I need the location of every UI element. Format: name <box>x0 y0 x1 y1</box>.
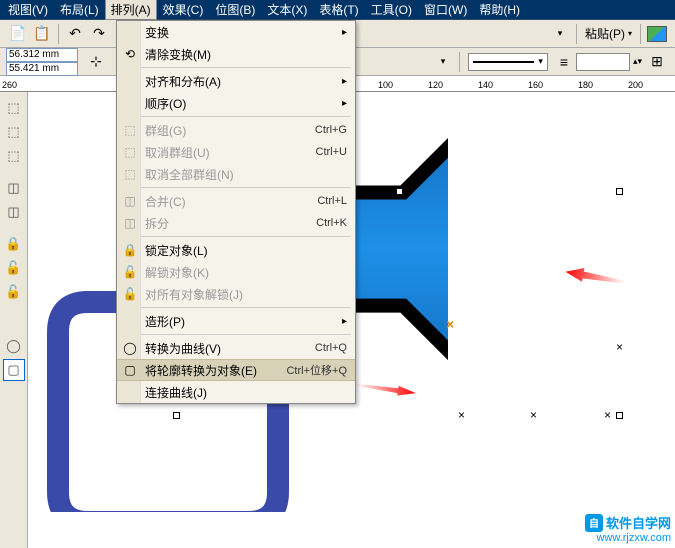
curve-icon: ◯ <box>121 341 139 355</box>
dropdown-arrow-icon[interactable]: ▾ <box>549 23 571 45</box>
menu-join-curves[interactable]: 连接曲线(J) <box>117 381 355 403</box>
arrange-menu-dropdown: 变换▸ ⟲清除变换(M) 对齐和分布(A)▸ 顺序(O)▸ ⬚群组(G)Ctrl… <box>116 20 356 404</box>
dropdown-icon[interactable]: ▾ <box>432 51 454 73</box>
y-coord-input[interactable] <box>6 62 78 76</box>
ungroup-icon[interactable]: ⬚ <box>3 121 25 143</box>
separator <box>58 24 59 44</box>
separator <box>576 24 577 44</box>
submenu-arrow-icon: ▸ <box>342 98 347 109</box>
paste-label: 粘贴(P) <box>585 25 625 42</box>
menu-combine: ◫合并(C)Ctrl+L <box>117 190 355 212</box>
combine-icon[interactable]: ◫ <box>3 177 25 199</box>
combine-icon: ◫ <box>121 194 139 208</box>
clear-icon: ⟲ <box>121 47 139 61</box>
lock-icon[interactable]: 🔒 <box>3 233 25 255</box>
selection-handle[interactable] <box>396 188 403 195</box>
image-tool-button[interactable] <box>646 23 668 45</box>
menu-text[interactable]: 文本(X) <box>261 0 313 20</box>
anchor-cross-icon: × <box>530 408 537 422</box>
undo-button[interactable]: ↶ <box>64 23 86 45</box>
menu-separator <box>121 307 351 308</box>
menu-separator <box>121 334 351 335</box>
ungroup-all-icon[interactable]: ⬚ <box>3 145 25 167</box>
menu-align-distribute[interactable]: 对齐和分布(A)▸ <box>117 70 355 92</box>
menubar: 视图(V) 布局(L) 排列(A) 效果(C) 位图(B) 文本(X) 表格(T… <box>0 0 675 20</box>
anchor-cross-icon: × <box>458 408 465 422</box>
group-icon: ⬚ <box>121 123 139 137</box>
tool-sidebar: ⬚ ⬚ ⬚ ◫ ◫ 🔒 🔓 🔓 ◯ ▢ <box>0 92 28 548</box>
selection-handle[interactable] <box>616 412 623 419</box>
line-style-preview[interactable]: ▾ <box>468 53 548 71</box>
anchor-cross-icon: × <box>604 408 611 422</box>
menu-break-apart: ◫拆分Ctrl+K <box>117 212 355 234</box>
paste-dropdown[interactable]: 粘贴(P) ▾ <box>581 23 636 45</box>
watermark-brand: 软件自学网 <box>606 513 671 532</box>
menu-bitmap[interactable]: 位图(B) <box>209 0 261 20</box>
break-icon[interactable]: ◫ <box>3 201 25 223</box>
ungroup-all-icon: ⬚ <box>121 167 139 181</box>
menu-transform[interactable]: 变换▸ <box>117 21 355 43</box>
selection-center-icon: × <box>446 316 454 332</box>
watermark-logo-icon: 自 <box>585 514 603 532</box>
menu-unlock-all: 🔓对所有对象解锁(J) <box>117 283 355 305</box>
menu-help[interactable]: 帮助(H) <box>473 0 526 20</box>
menu-unlock: 🔓解锁对象(K) <box>117 261 355 283</box>
menu-effects[interactable]: 效果(C) <box>157 0 210 20</box>
watermark: 自软件自学网 www.rjzxw.com <box>585 513 671 544</box>
line-options-button[interactable]: ⊞ <box>646 51 668 73</box>
menu-ungroup-all: ⬚取消全部群组(N) <box>117 163 355 185</box>
submenu-arrow-icon: ▸ <box>342 316 347 327</box>
lock-icon: 🔒 <box>121 243 139 257</box>
menu-separator <box>121 67 351 68</box>
menu-separator <box>121 236 351 237</box>
unlock-icon[interactable]: 🔓 <box>3 257 25 279</box>
line-width-icon[interactable]: ≡ <box>553 51 575 73</box>
unlock-icon: 🔓 <box>121 265 139 279</box>
x-coord-input[interactable] <box>6 48 78 62</box>
menu-table[interactable]: 表格(T) <box>313 0 364 20</box>
submenu-arrow-icon: ▸ <box>342 76 347 87</box>
ungroup-icon: ⬚ <box>121 145 139 159</box>
coordinate-inputs <box>6 48 78 76</box>
redo-button[interactable]: ↷ <box>88 23 110 45</box>
chevron-down-icon: ▾ <box>628 29 632 38</box>
menu-shaping[interactable]: 造形(P)▸ <box>117 310 355 332</box>
menu-tools[interactable]: 工具(O) <box>365 0 418 20</box>
separator <box>640 24 641 44</box>
menu-clear-transform[interactable]: ⟲清除变换(M) <box>117 43 355 65</box>
menu-group: ⬚群组(G)Ctrl+G <box>117 119 355 141</box>
separator <box>459 52 460 72</box>
menu-ungroup: ⬚取消群组(U)Ctrl+U <box>117 141 355 163</box>
selection-handle[interactable] <box>616 188 623 195</box>
menu-separator <box>121 116 351 117</box>
anchor-cross-icon: × <box>616 340 623 354</box>
submenu-arrow-icon: ▸ <box>342 27 347 38</box>
outline-icon: ▢ <box>121 363 139 377</box>
menu-layout[interactable]: 布局(L) <box>54 0 105 20</box>
menu-separator <box>121 187 351 188</box>
unlock-all-icon: 🔓 <box>121 287 139 301</box>
menu-outline-to-object[interactable]: ▢将轮廓转换为对象(E)Ctrl+位移+Q <box>117 359 355 381</box>
break-icon: ◫ <box>121 216 139 230</box>
group-icon[interactable]: ⬚ <box>3 97 25 119</box>
menu-window[interactable]: 窗口(W) <box>418 0 473 20</box>
paste-icon-button[interactable]: 📋 <box>31 23 53 45</box>
menu-order[interactable]: 顺序(O)▸ <box>117 92 355 114</box>
menu-view[interactable]: 视图(V) <box>2 0 54 20</box>
selection-handle[interactable] <box>173 412 180 419</box>
line-width-input[interactable] <box>576 53 630 71</box>
outline-to-object-icon[interactable]: ▢ <box>3 359 25 381</box>
menu-arrange[interactable]: 排列(A) <box>105 0 157 20</box>
crop-tool-icon[interactable]: ⊹ <box>85 51 107 73</box>
unlock-all-icon[interactable]: 🔓 <box>3 281 25 303</box>
menu-convert-curves[interactable]: ◯转换为曲线(V)Ctrl+Q <box>117 337 355 359</box>
spinner-icon[interactable]: ▴▾ <box>633 56 642 67</box>
watermark-url: www.rjzxw.com <box>585 532 671 544</box>
convert-curve-icon[interactable]: ◯ <box>3 335 25 357</box>
menu-lock[interactable]: 🔒锁定对象(L) <box>117 239 355 261</box>
copy-button[interactable]: 📄 <box>7 23 29 45</box>
